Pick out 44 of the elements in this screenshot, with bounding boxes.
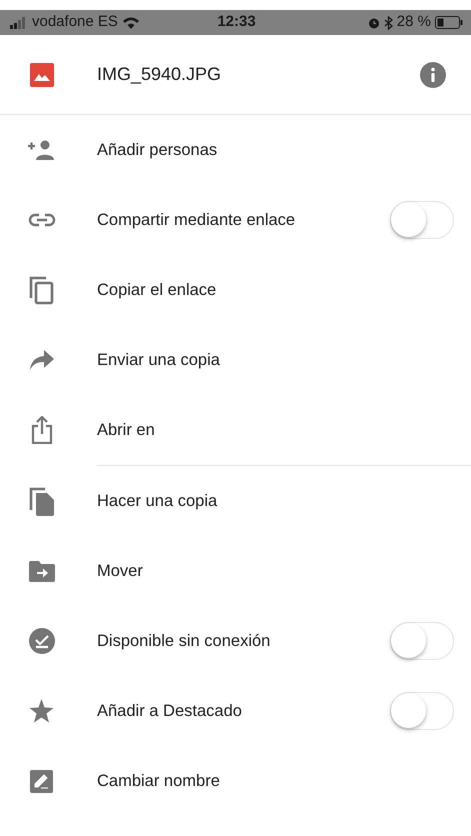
person-add-icon — [26, 140, 56, 160]
link-icon — [28, 213, 56, 227]
image-file-icon — [30, 62, 54, 86]
toggle-switch[interactable] — [390, 692, 454, 730]
star-icon — [29, 699, 54, 723]
menu-label: Cambiar nombre — [97, 770, 221, 792]
signal-icon — [10, 16, 28, 28]
file-copy-icon — [28, 486, 54, 516]
menu-label: Mover — [97, 560, 144, 582]
menu-label: Compartir mediante enlace — [97, 210, 296, 231]
wifi-icon — [122, 16, 140, 29]
battery-percent: 28 % — [396, 12, 431, 32]
toggle-switch[interactable] — [390, 622, 454, 660]
menu-label: Disponible sin conexión — [97, 630, 272, 652]
menu-item[interactable]: Abrir en — [0, 395, 471, 465]
menu-label: Enviar una copia — [97, 350, 221, 371]
upload-icon — [30, 416, 52, 444]
share-arrow-icon — [30, 350, 54, 370]
info-icon[interactable] — [420, 62, 446, 88]
status-time: 12:33 — [216, 12, 257, 32]
menu-item[interactable]: Mover — [0, 536, 471, 606]
battery-icon — [435, 16, 463, 29]
copy-icon — [29, 276, 54, 304]
toggle-switch[interactable] — [390, 201, 454, 239]
menu-item[interactable]: Añadir a Destacado — [0, 676, 471, 746]
menu-item[interactable]: Enviar una copia — [0, 325, 471, 395]
menu-label: Añadir personas — [97, 140, 218, 161]
edit-icon — [30, 770, 53, 792]
check-circle-icon — [28, 628, 54, 654]
menu-label: Hacer una copia — [97, 490, 218, 512]
bluetooth-icon — [384, 16, 393, 30]
menu-item[interactable]: Compartir mediante enlace — [0, 185, 471, 255]
carrier-name: vodafone ES — [32, 12, 118, 32]
menu-item[interactable]: Disponible sin conexión — [0, 606, 471, 676]
file-name: IMG_5940.JPG — [97, 63, 222, 86]
menu-item[interactable]: Copiar el enlace — [0, 255, 471, 325]
menu-item[interactable]: Añadir personas — [0, 115, 471, 185]
menu-item[interactable]: Cambiar nombre — [0, 746, 471, 816]
menu-item[interactable]: Hacer una copia — [0, 466, 471, 536]
menu-label: Copiar el enlace — [97, 280, 218, 301]
alarm-icon — [368, 16, 380, 28]
folder-move-icon — [28, 560, 54, 582]
menu-label: Añadir a Destacado — [97, 700, 243, 722]
menu-label: Abrir en — [97, 420, 156, 441]
